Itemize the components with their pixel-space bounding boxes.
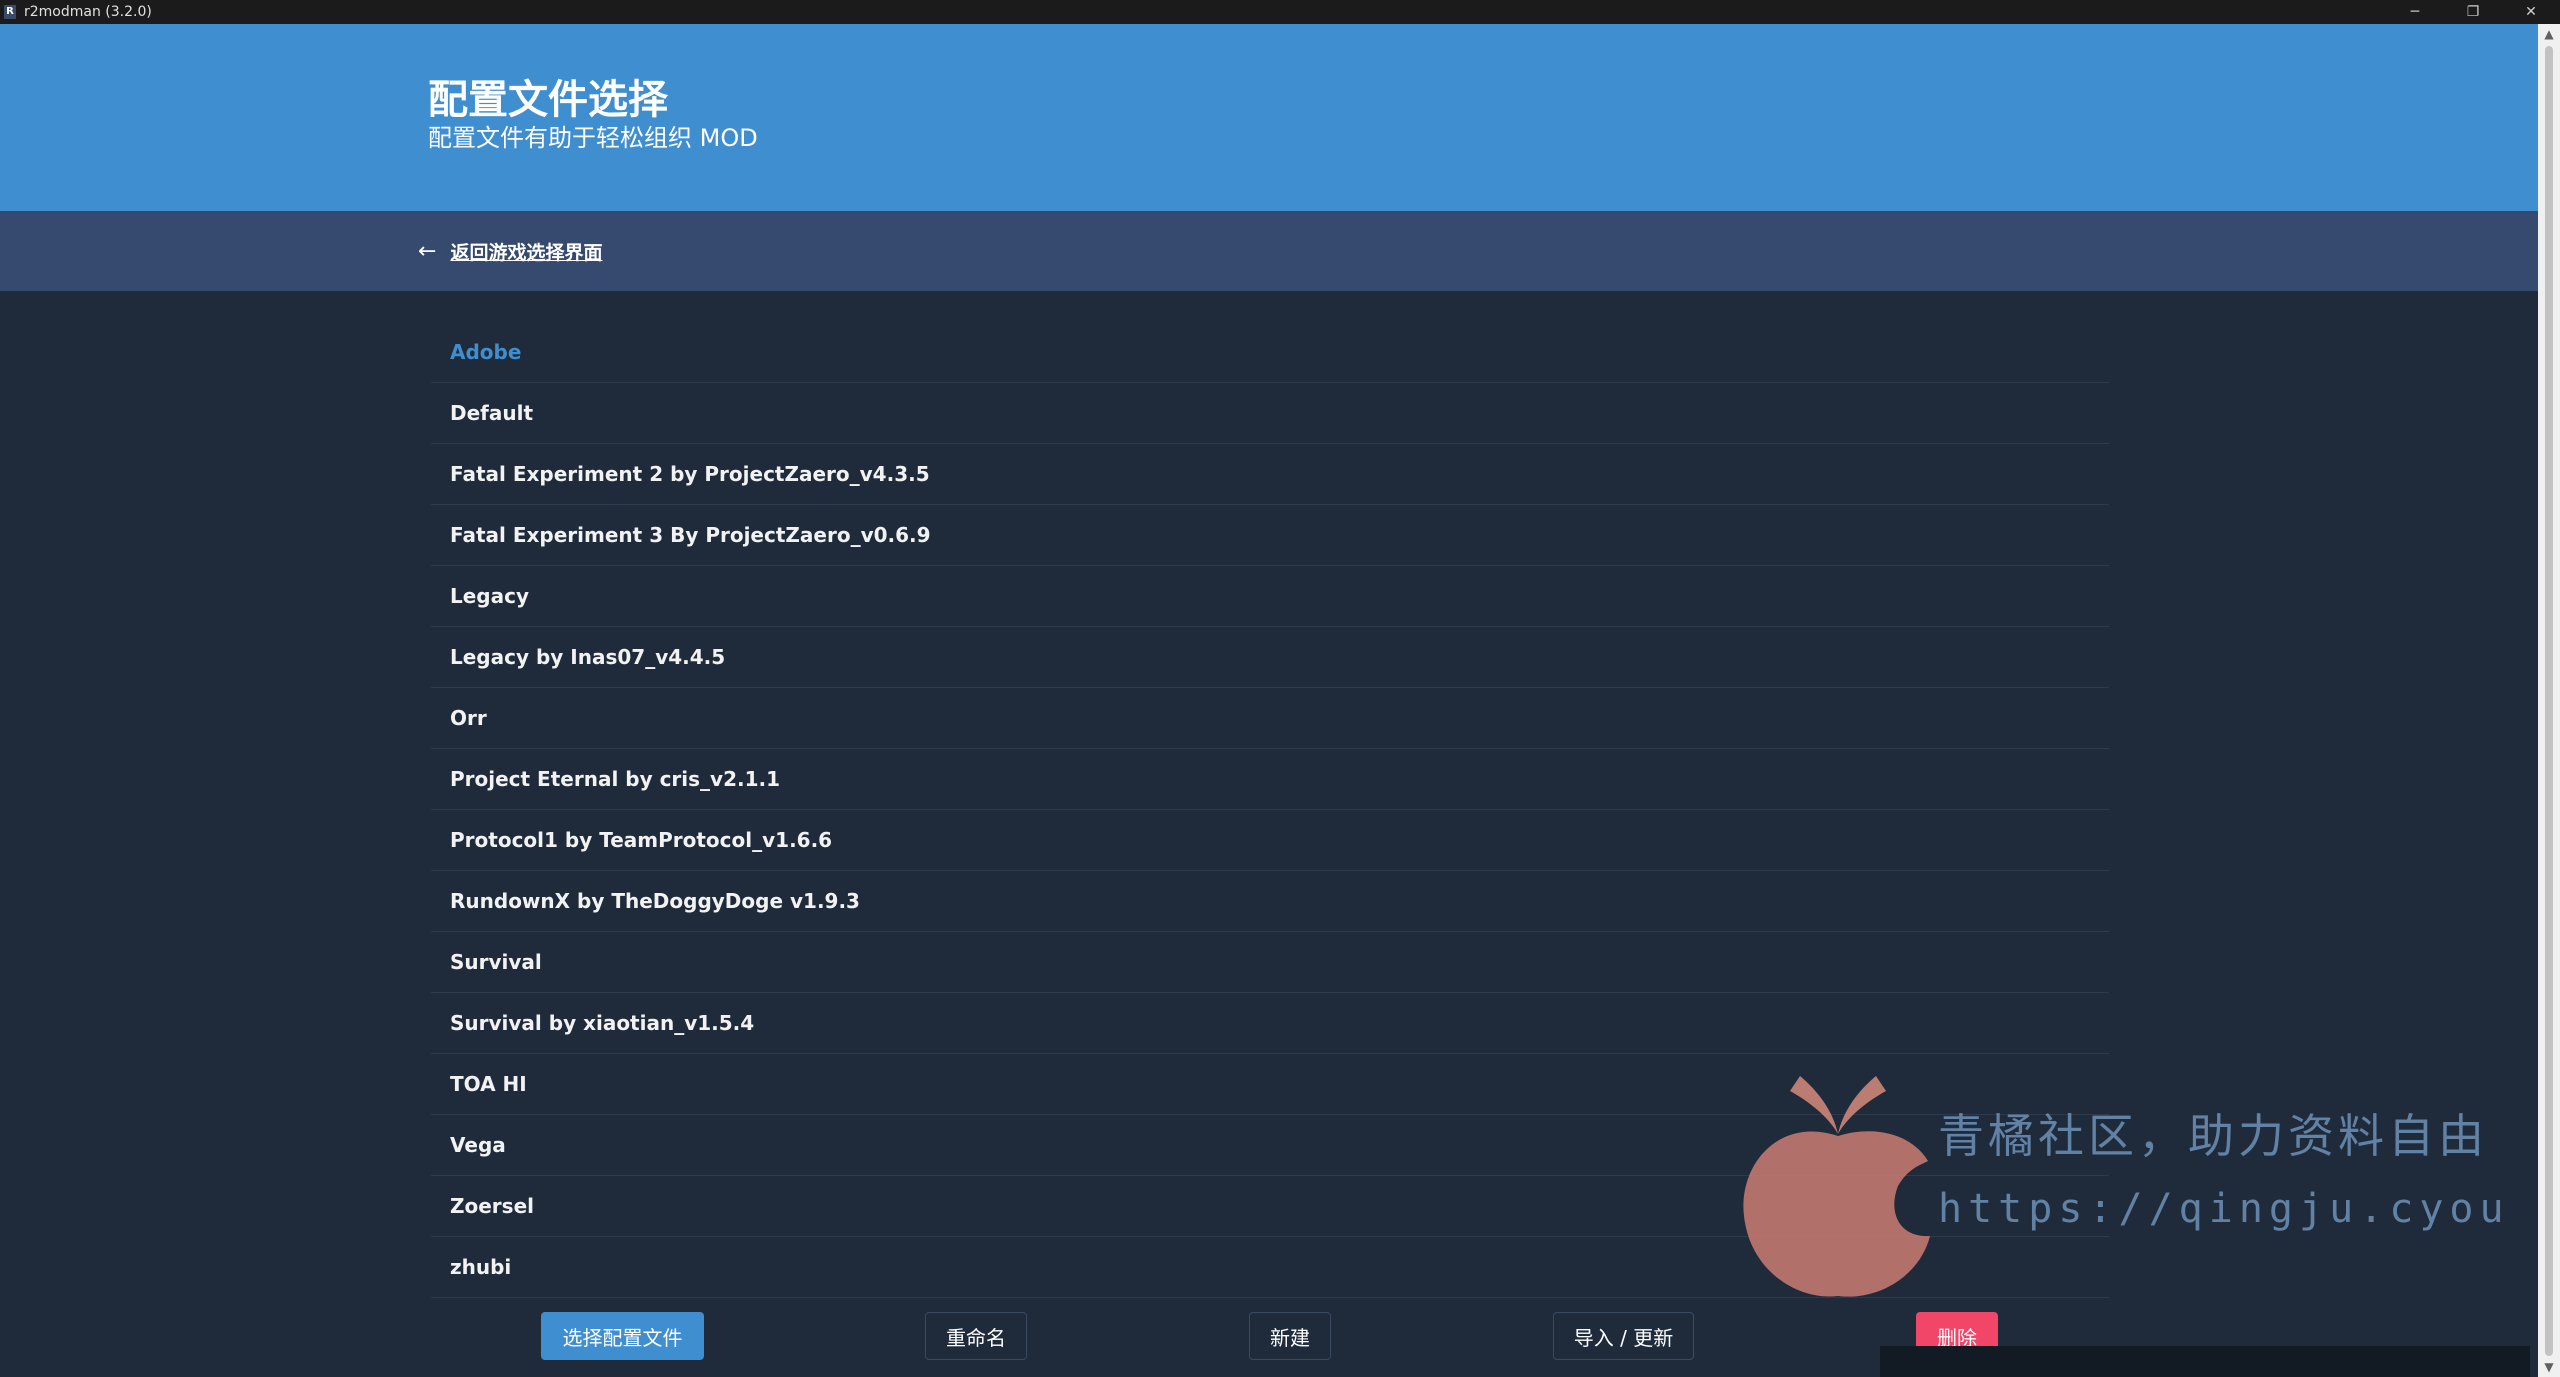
profile-list-item[interactable]: Default (431, 383, 2109, 444)
minimize-button[interactable]: ─ (2386, 0, 2444, 24)
window-titlebar: R r2modman (3.2.0) ─ ❐ ✕ (0, 0, 2560, 24)
app-icon: R (4, 5, 16, 19)
maximize-button[interactable]: ❐ (2444, 0, 2502, 24)
profile-list-item[interactable]: Zoersel (431, 1176, 2109, 1237)
profile-list-item[interactable]: zhubi (431, 1237, 2109, 1298)
scroll-up-icon[interactable]: ▲ (2538, 24, 2560, 44)
profile-list-item[interactable]: Legacy (431, 566, 2109, 627)
select-profile-button[interactable]: 选择配置文件 (541, 1312, 704, 1360)
profile-list-item[interactable]: Orr (431, 688, 2109, 749)
profile-list-item[interactable]: TOA HI (431, 1054, 2109, 1115)
scroll-down-icon[interactable]: ▼ (2538, 1357, 2560, 1377)
profile-list-item[interactable]: Vega (431, 1115, 2109, 1176)
hero-banner: 配置文件选择 配置文件有助于轻松组织 MOD (0, 24, 2538, 211)
import-update-button[interactable]: 导入 / 更新 (1553, 1312, 1694, 1360)
profile-list-item[interactable]: Legacy by Inas07_v4.4.5 (431, 627, 2109, 688)
window-title: r2modman (3.2.0) (24, 4, 152, 20)
profile-list-item[interactable]: Survival by xiaotian_v1.5.4 (431, 993, 2109, 1054)
profile-list-item[interactable]: Fatal Experiment 2 by ProjectZaero_v4.3.… (431, 444, 2109, 505)
profile-list-item[interactable]: Project Eternal by cris_v2.1.1 (431, 749, 2109, 810)
back-arrow-icon[interactable]: ← (418, 239, 436, 264)
scroll-thumb[interactable] (2545, 46, 2553, 1356)
navigation-bar: ← 返回游戏选择界面 (0, 211, 2538, 291)
profile-list-item[interactable]: RundownX by TheDoggyDoge v1.9.3 (431, 871, 2109, 932)
page-title: 配置文件选择 (428, 77, 668, 123)
page-subtitle: 配置文件有助于轻松组织 MOD (428, 124, 758, 152)
window-controls: ─ ❐ ✕ (2386, 0, 2560, 24)
rename-button[interactable]: 重命名 (925, 1312, 1027, 1360)
profile-list-item[interactable]: Adobe (431, 322, 2109, 383)
close-button[interactable]: ✕ (2502, 0, 2560, 24)
profile-list-item[interactable]: Protocol1 by TeamProtocol_v1.6.6 (431, 810, 2109, 871)
profile-list-item[interactable]: Fatal Experiment 3 By ProjectZaero_v0.6.… (431, 505, 2109, 566)
new-profile-button[interactable]: 新建 (1249, 1312, 1331, 1360)
profile-list-item[interactable]: Survival (431, 932, 2109, 993)
vertical-scrollbar[interactable]: ▲ ▼ (2538, 24, 2560, 1377)
back-to-game-select-link[interactable]: 返回游戏选择界面 (450, 238, 602, 265)
profile-list: Adobe Default Fatal Experiment 2 by Projec… (431, 322, 2109, 1298)
overlay-strip (1880, 1346, 2530, 1377)
